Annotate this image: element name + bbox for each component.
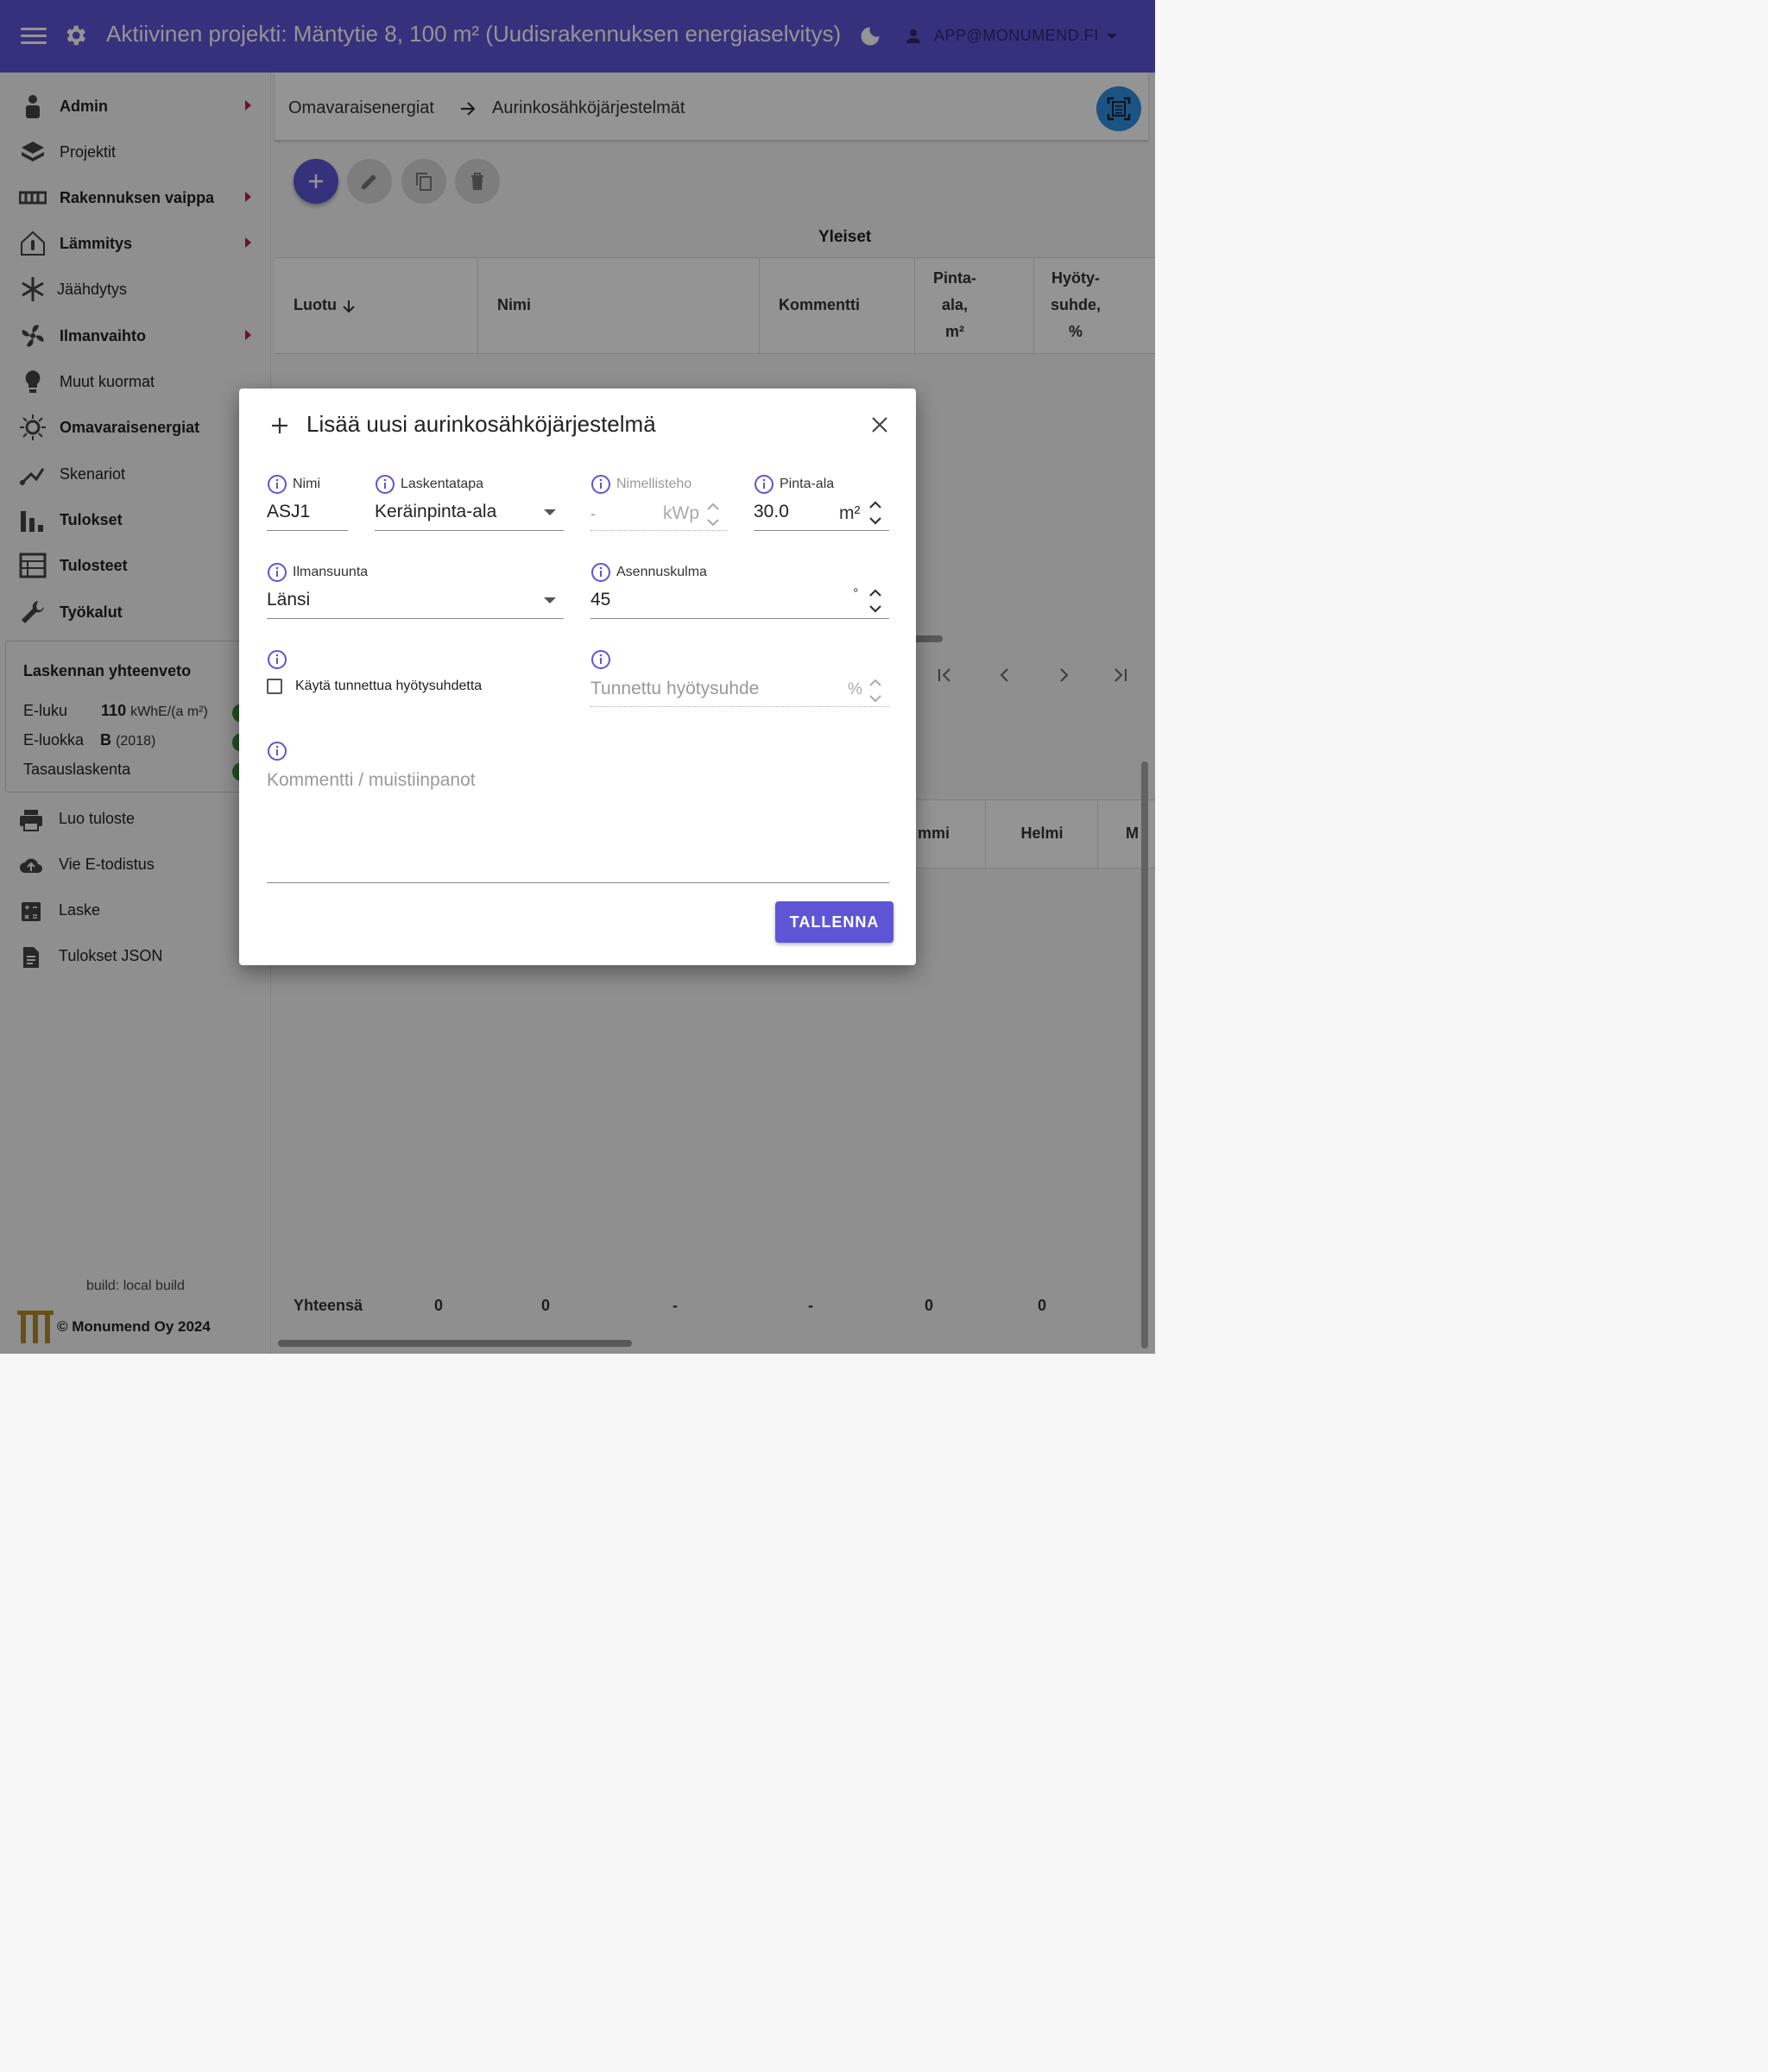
input-underline xyxy=(375,530,564,531)
field-label: Asennuskulma xyxy=(616,565,707,579)
input-underline xyxy=(267,618,564,619)
info-icon[interactable] xyxy=(754,474,774,495)
add-solar-system-dialog: Lisää uusi aurinkosähköjärjestelmä Nimi … xyxy=(239,388,916,965)
input-underline xyxy=(590,618,889,619)
info-icon[interactable] xyxy=(267,741,287,761)
field-label: Nimi xyxy=(293,477,320,491)
input-underline xyxy=(267,882,889,883)
tilt-field[interactable]: Asennuskulma 45 ° xyxy=(590,562,889,619)
orientation-select[interactable]: Ilmansuunta Länsi xyxy=(267,562,564,619)
info-icon[interactable] xyxy=(267,649,287,670)
comment-textarea[interactable]: Kommentti / muistiinpanot xyxy=(267,770,476,791)
area-field[interactable]: Pinta-ala 30.0 m² xyxy=(754,474,889,531)
unit-label: ° xyxy=(853,586,859,601)
input-underline xyxy=(267,530,348,531)
info-icon[interactable] xyxy=(375,474,395,495)
orientation-value: Länsi xyxy=(267,590,311,610)
stepper-icon xyxy=(707,502,719,527)
stepper-icon xyxy=(869,679,881,703)
info-icon[interactable] xyxy=(590,474,611,495)
info-icon[interactable] xyxy=(267,474,287,495)
field-label: Pinta-ala xyxy=(780,477,835,491)
field-label: Ilmansuunta xyxy=(293,565,369,579)
dropdown-arrow-icon xyxy=(544,597,556,603)
name-input[interactable]: ASJ1 xyxy=(267,502,310,522)
known-efficiency-field: Tunnettu hyötysuhde % xyxy=(590,649,889,707)
info-icon[interactable] xyxy=(267,562,287,583)
info-icon[interactable] xyxy=(590,562,611,583)
area-input[interactable]: 30.0 xyxy=(754,502,789,522)
method-value: Keräinpinta-ala xyxy=(375,502,497,521)
info-icon[interactable] xyxy=(590,649,611,670)
comment-field[interactable]: Kommentti / muistiinpanot xyxy=(267,741,889,883)
stepper-icon[interactable] xyxy=(867,584,884,618)
plus-icon xyxy=(272,418,287,433)
input-underline xyxy=(590,530,727,531)
unit-label: m² xyxy=(839,503,861,523)
unit-label: kWp xyxy=(663,503,699,523)
dialog-title: Lisää uusi aurinkosähköjärjestelmä xyxy=(306,411,656,437)
name-field[interactable]: Nimi ASJ1 xyxy=(267,474,348,531)
nominal-power-field: Nimellisteho - kWp xyxy=(590,474,727,531)
use-known-efficiency-checkbox[interactable] xyxy=(267,679,282,694)
close-icon[interactable] xyxy=(869,414,890,435)
input-underline xyxy=(590,706,889,707)
method-select[interactable]: Laskentatapa Keräinpinta-ala xyxy=(375,474,564,531)
dropdown-arrow-icon xyxy=(544,509,556,515)
checkbox-label[interactable]: Käytä tunnettua hyötysuhdetta xyxy=(295,679,482,694)
input-underline xyxy=(754,530,889,531)
stepper-icon[interactable] xyxy=(867,496,884,530)
field-label: Nimellisteho xyxy=(616,477,692,491)
field-label: Laskentatapa xyxy=(401,477,484,491)
unit-label: % xyxy=(848,680,862,698)
save-button[interactable]: TALLENNA xyxy=(775,901,893,943)
nominal-power-value: - xyxy=(590,505,596,522)
known-efficiency-input: Tunnettu hyötysuhde xyxy=(590,679,760,698)
tilt-input[interactable]: 45 xyxy=(590,590,610,610)
